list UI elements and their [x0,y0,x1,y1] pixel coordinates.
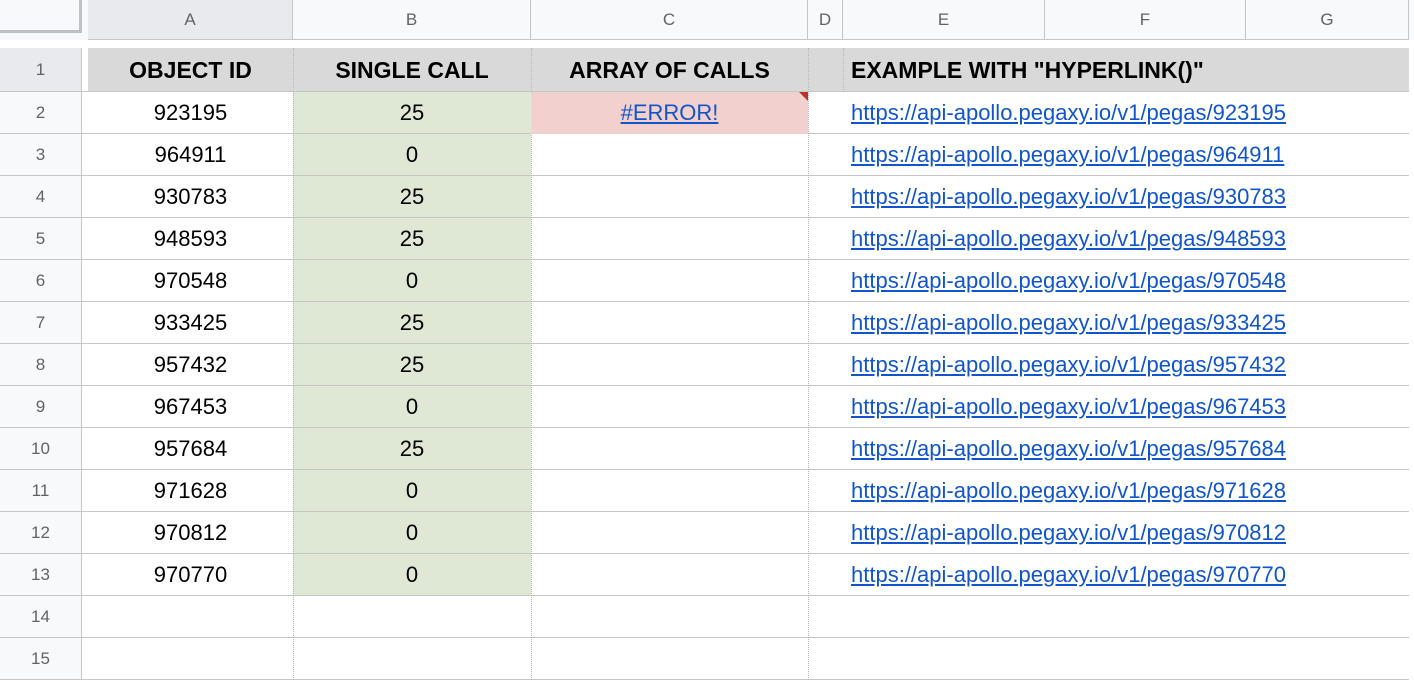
cell-b2[interactable]: 25 [293,92,531,134]
row-header-1[interactable]: 1 [0,48,82,92]
cell-b11[interactable]: 0 [293,470,531,512]
cell-e12[interactable]: https://api-apollo.pegaxy.io/v1/pegas/97… [847,512,1407,554]
cell-e11[interactable]: https://api-apollo.pegaxy.io/v1/pegas/97… [847,470,1407,512]
cell-b12[interactable]: 0 [293,512,531,554]
row-header-9[interactable]: 9 [0,386,82,428]
row-header-15[interactable]: 15 [0,638,82,680]
cell-b3[interactable]: 0 [293,134,531,176]
row-header-7[interactable]: 7 [0,302,82,344]
column-header-a[interactable]: A [88,0,293,40]
cell-e7[interactable]: https://api-apollo.pegaxy.io/v1/pegas/93… [847,302,1407,344]
cell-b13[interactable]: 0 [293,554,531,596]
column-header-array-of-calls[interactable]: ARRAY OF CALLS [531,48,808,92]
error-link-text[interactable]: #ERROR! [621,100,719,126]
column-header-object-id[interactable]: OBJECT ID [88,48,293,92]
select-all-corner[interactable] [0,0,82,33]
hyperlink-text[interactable]: https://api-apollo.pegaxy.io/v1/pegas/95… [851,436,1286,462]
cell-e8[interactable]: https://api-apollo.pegaxy.io/v1/pegas/95… [847,344,1407,386]
row-header-3[interactable]: 3 [0,134,82,176]
cell-b5[interactable]: 25 [293,218,531,260]
column-header-single-call[interactable]: SINGLE CALL [293,48,531,92]
row-header-12[interactable]: 12 [0,512,82,554]
row-header-8[interactable]: 8 [0,344,82,386]
hyperlink-text[interactable]: https://api-apollo.pegaxy.io/v1/pegas/93… [851,310,1286,336]
column-header-hyperlink-example[interactable]: EXAMPLE WITH "HYPERLINK()" [847,48,1407,92]
column-header-c[interactable]: C [531,0,808,40]
cell-b6[interactable]: 0 [293,260,531,302]
column-header-b[interactable]: B [293,0,531,40]
hyperlink-text[interactable]: https://api-apollo.pegaxy.io/v1/pegas/96… [851,394,1286,420]
hyperlink-text[interactable]: https://api-apollo.pegaxy.io/v1/pegas/97… [851,268,1286,294]
cell-c2-error[interactable]: #ERROR! [531,92,808,134]
column-header-f[interactable]: F [1045,0,1246,40]
column-header-g[interactable]: G [1246,0,1409,40]
row-header-13[interactable]: 13 [0,554,82,596]
cell-e3[interactable]: https://api-apollo.pegaxy.io/v1/pegas/96… [847,134,1407,176]
row-header-5[interactable]: 5 [0,218,82,260]
cell-e6[interactable]: https://api-apollo.pegaxy.io/v1/pegas/97… [847,260,1407,302]
cell-a4[interactable]: 930783 [88,176,293,218]
row-header-6[interactable]: 6 [0,260,82,302]
cell-a10[interactable]: 957684 [88,428,293,470]
column-header-d[interactable]: D [808,0,843,40]
cell-a2[interactable]: 923195 [88,92,293,134]
row-header-11[interactable]: 11 [0,470,82,512]
column-gridline [531,48,533,680]
cell-e10[interactable]: https://api-apollo.pegaxy.io/v1/pegas/95… [847,428,1407,470]
cell-b7[interactable]: 25 [293,302,531,344]
hyperlink-text[interactable]: https://api-apollo.pegaxy.io/v1/pegas/94… [851,226,1286,252]
cell-a5[interactable]: 948593 [88,218,293,260]
cell-e4[interactable]: https://api-apollo.pegaxy.io/v1/pegas/93… [847,176,1407,218]
row-header-4[interactable]: 4 [0,176,82,218]
row-header-2[interactable]: 2 [0,92,82,134]
cell-b8[interactable]: 25 [293,344,531,386]
cell-a7[interactable]: 933425 [88,302,293,344]
row-gridline [82,679,1409,680]
hyperlink-text[interactable]: https://api-apollo.pegaxy.io/v1/pegas/95… [851,352,1286,378]
hyperlink-text[interactable]: https://api-apollo.pegaxy.io/v1/pegas/93… [851,184,1286,210]
column-gridline [808,48,810,680]
cell-e2[interactable]: https://api-apollo.pegaxy.io/v1/pegas/92… [847,92,1407,134]
cell-e13[interactable]: https://api-apollo.pegaxy.io/v1/pegas/97… [847,554,1407,596]
cell-a9[interactable]: 967453 [88,386,293,428]
hyperlink-text[interactable]: https://api-apollo.pegaxy.io/v1/pegas/97… [851,478,1286,504]
cell-b4[interactable]: 25 [293,176,531,218]
cell-e9[interactable]: https://api-apollo.pegaxy.io/v1/pegas/96… [847,386,1407,428]
hyperlink-text[interactable]: https://api-apollo.pegaxy.io/v1/pegas/96… [851,142,1284,168]
cell-a3[interactable]: 964911 [88,134,293,176]
hyperlink-text[interactable]: https://api-apollo.pegaxy.io/v1/pegas/97… [851,520,1286,546]
cell-a12[interactable]: 970812 [88,512,293,554]
cell-b9[interactable]: 0 [293,386,531,428]
cell-a6[interactable]: 970548 [88,260,293,302]
row-header-10[interactable]: 10 [0,428,82,470]
error-flag-icon [799,92,808,101]
cell-b10[interactable]: 25 [293,428,531,470]
spreadsheet-grid[interactable]: ABCDEFG 1 2 3 4 5 6 7 8 9 10 11 12 13 14 15 OBJECT ID … [0,0,1414,684]
hyperlink-text[interactable]: https://api-apollo.pegaxy.io/v1/pegas/97… [851,562,1286,588]
row-header-14[interactable]: 14 [0,596,82,638]
cell-a13[interactable]: 970770 [88,554,293,596]
cell-a11[interactable]: 971628 [88,470,293,512]
column-gridline [843,48,845,92]
column-header-e[interactable]: E [843,0,1045,40]
row-gridline [82,637,1409,638]
cell-e5[interactable]: https://api-apollo.pegaxy.io/v1/pegas/94… [847,218,1407,260]
hyperlink-text[interactable]: https://api-apollo.pegaxy.io/v1/pegas/92… [851,100,1286,126]
cell-a8[interactable]: 957432 [88,344,293,386]
